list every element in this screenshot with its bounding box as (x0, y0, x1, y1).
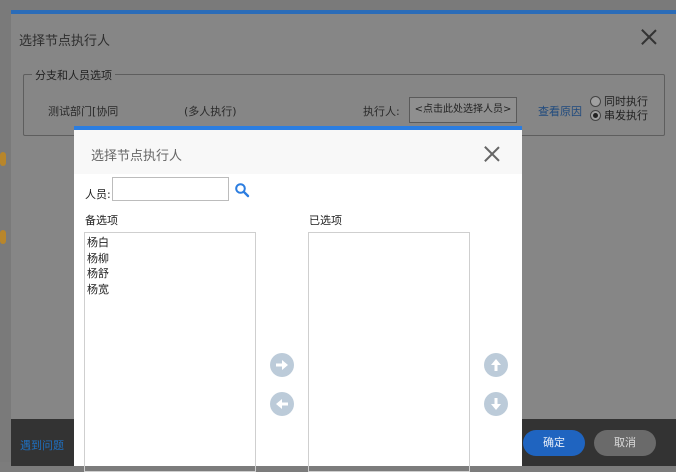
selected-label: 已选项 (309, 214, 342, 227)
node-name: 测试部门[协同 (48, 105, 119, 118)
list-item[interactable]: 杨白 (87, 235, 253, 251)
executor-label: 执行人: (363, 105, 400, 118)
search-icon[interactable] (234, 182, 250, 198)
inner-dialog-title: 选择节点执行人 (91, 149, 183, 164)
arrow-up-icon (491, 359, 501, 371)
help-link[interactable]: 遇到问题 (20, 437, 64, 453)
candidates-label: 备选项 (85, 214, 118, 227)
close-icon[interactable] (484, 146, 500, 162)
selected-list[interactable] (308, 232, 470, 472)
cancel-button[interactable]: 取消 (594, 430, 656, 456)
list-item[interactable]: 杨柳 (87, 251, 253, 267)
view-reason-link[interactable]: 查看原因 (538, 103, 582, 119)
execution-radio-group: 同时执行 串发执行 (590, 94, 648, 122)
person-label: 人员: (85, 188, 111, 201)
arrow-down-icon (491, 398, 501, 410)
list-item[interactable]: 杨宽 (87, 282, 253, 298)
background-side-icons (0, 130, 10, 280)
outer-dialog-header: 选择节点执行人 (11, 14, 676, 60)
radio-label: 串发执行 (604, 109, 648, 122)
select-executor-button[interactable]: <点击此处选择人员> (409, 97, 517, 123)
outer-dialog-title: 选择节点执行人 (19, 34, 111, 49)
radio-simultaneous[interactable]: 同时执行 (590, 94, 648, 108)
move-down-button[interactable] (484, 392, 508, 416)
list-item[interactable]: 杨舒 (87, 266, 253, 282)
radio-sequential[interactable]: 串发执行 (590, 108, 648, 122)
candidates-list[interactable]: 杨白 杨柳 杨舒 杨宽 (84, 232, 256, 472)
radio-button[interactable] (590, 95, 601, 107)
person-search-input[interactable] (112, 177, 229, 201)
inner-dialog: 选择节点执行人 人员: 备选项 已选项 杨白 杨柳 杨舒 杨宽 (74, 126, 522, 472)
close-icon[interactable] (640, 28, 658, 46)
fieldset-legend: 分支和人员选项 (32, 67, 115, 83)
remove-arrow-left-button[interactable] (270, 392, 294, 416)
radio-button-checked[interactable] (590, 109, 601, 121)
ok-button[interactable]: 确定 (523, 430, 585, 456)
execution-mode-text: (多人执行) (184, 105, 237, 118)
move-up-button[interactable] (484, 353, 508, 377)
add-arrow-right-button[interactable] (270, 353, 294, 377)
inner-dialog-header: 选择节点执行人 (74, 130, 522, 174)
arrow-left-icon (276, 399, 288, 409)
arrow-right-icon (276, 360, 288, 370)
